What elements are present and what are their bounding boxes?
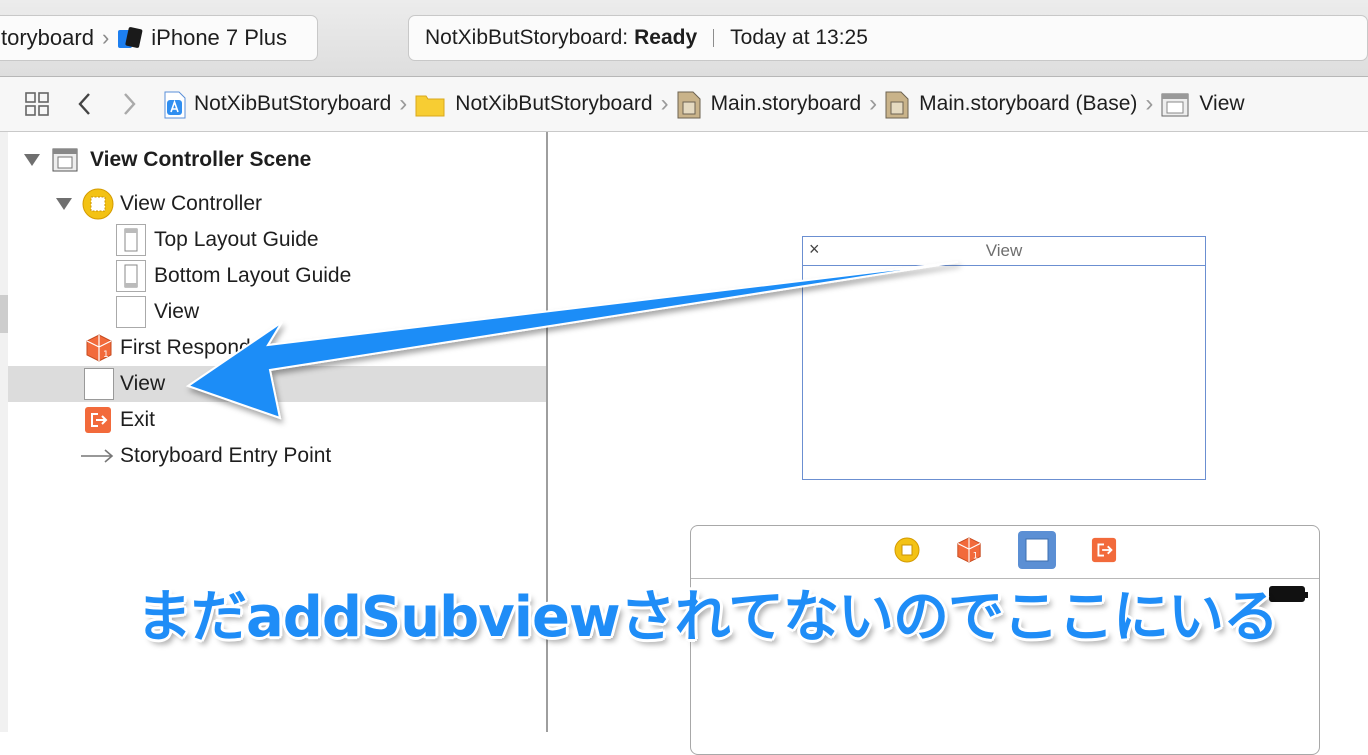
storyboard-file-icon [885,91,909,119]
folder-icon [415,91,445,117]
outline-label: View Controller Scene [90,148,312,171]
outline-view-controller-row[interactable]: View Controller [8,186,546,222]
outline-label: View Controller [120,192,263,215]
first-responder-icon: 1 [84,333,114,363]
annotation-caption: まだaddSubviewされてないのでここにいる [136,585,1279,650]
outline-label: Storyboard Entry Point [120,444,332,467]
view-icon [84,368,114,400]
outline-view-row[interactable]: View [8,366,546,402]
jumpbar-label: Main.storyboard [710,92,862,115]
outline-scene-row[interactable]: View Controller Scene [8,142,546,178]
scheme-device-label: iPhone 7 Plus [151,25,288,50]
scene-icon [52,147,78,173]
floating-view-titlebar[interactable]: × View [803,237,1205,266]
svg-text:1: 1 [103,350,109,360]
jumpbar-label: NotXibButStoryboard [455,92,653,115]
chevron-right-icon: › [399,90,408,117]
view-icon [116,296,146,328]
iphone-device-icon [117,27,143,49]
outline-label: First Responder [120,336,270,359]
jumpbar-item-storyboard[interactable]: Main.storyboard [677,91,862,119]
toolbar: toryboard › iPhone 7 Plus NotXibButStory… [0,0,1368,77]
scheme-selector[interactable]: toryboard › iPhone 7 Plus [0,15,318,61]
activity-project: NotXibButStoryboard: [425,26,629,49]
chevron-right-icon: › [1145,90,1154,117]
floating-view[interactable]: × View [802,236,1206,480]
outline-exit-row[interactable]: Exit [8,402,546,438]
outline-label: Top Layout Guide [154,228,319,251]
jumpbar-item-storyboard-base[interactable]: Main.storyboard (Base) [885,91,1138,119]
jumpbar-item-scene[interactable]: View [1161,91,1245,117]
outline-label: Exit [120,408,156,431]
outline-label: Bottom Layout Guide [154,264,352,287]
view-controller-icon [82,188,114,220]
outline-top-layout-guide-row[interactable]: Top Layout Guide [8,222,546,258]
forward-arrow-icon[interactable] [112,87,146,121]
scene-icon [1161,91,1189,117]
chevron-right-icon: › [101,25,110,50]
floating-view-title: View [985,241,1023,260]
first-responder-icon[interactable]: 1 [955,536,983,569]
outline-bottom-layout-guide-row[interactable]: Bottom Layout Guide [8,258,546,294]
activity-status: Ready [634,26,698,49]
jumpbar-item-project[interactable]: NotXibButStoryboard [164,91,392,119]
exit-icon [84,406,112,434]
related-items-icon[interactable] [20,87,54,121]
chevron-right-icon: › [869,90,878,117]
storyboard-file-icon [677,91,701,119]
jumpbar-label: NotXibButStoryboard [194,92,392,115]
chevron-right-icon: › [660,90,669,117]
disclosure-triangle-icon[interactable] [56,198,72,210]
activity-viewer: NotXibButStoryboard: Ready Today at 13:2… [408,15,1368,61]
entry-arrow-icon [80,446,114,466]
outline-label: View [120,372,166,395]
jumpbar-item-folder[interactable]: NotXibButStoryboard [415,91,653,117]
outline-entry-point-row[interactable]: Storyboard Entry Point [8,438,546,474]
project-file-icon [164,91,186,119]
scheme-project-label: toryboard [1,25,94,50]
outline-first-responder-row[interactable]: 1 First Responder [8,330,546,366]
jumpbar-label: View [1199,92,1245,115]
outline-subview-row[interactable]: View [8,294,546,330]
view-icon[interactable] [1017,530,1057,575]
view-controller-icon[interactable] [893,536,921,569]
jump-bar: NotXibButStoryboard › NotXibButStoryboar… [0,77,1368,132]
outline-label: View [154,300,200,323]
disclosure-triangle-icon[interactable] [24,154,40,166]
exit-icon[interactable] [1091,537,1117,568]
layout-guide-icon [116,260,146,292]
activity-time: Today at 13:25 [730,26,868,49]
svg-text:1: 1 [973,550,978,560]
back-arrow-icon[interactable] [68,87,102,121]
jumpbar-label: Main.storyboard (Base) [919,92,1138,115]
layout-guide-icon [116,224,146,256]
activity-divider [713,29,715,47]
edge-handle[interactable] [0,295,8,333]
